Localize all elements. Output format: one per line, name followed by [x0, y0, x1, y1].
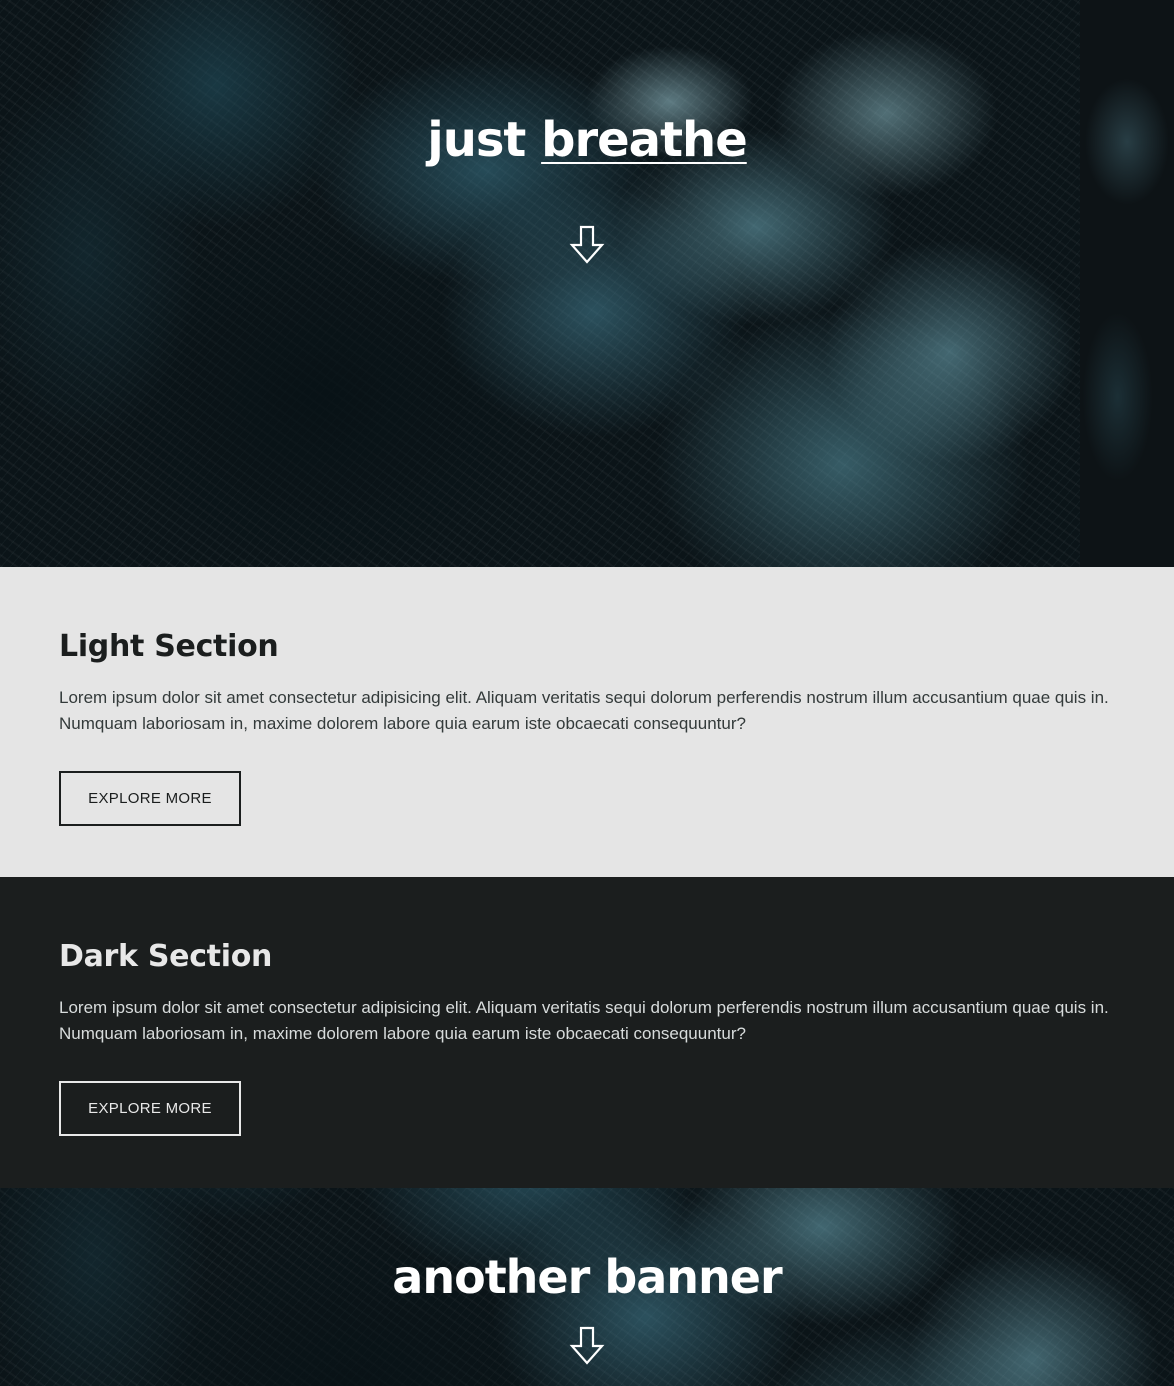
light-section: Light Section Lorem ipsum dolor sit amet… — [0, 567, 1174, 877]
hero-content: just breathe — [0, 0, 1174, 567]
light-section-body: Lorem ipsum dolor sit amet consectetur a… — [59, 688, 1109, 733]
dark-section-heading: Dark Section — [59, 939, 273, 974]
second-banner: another banner — [0, 1188, 1174, 1386]
down-arrow-icon[interactable] — [569, 225, 605, 265]
light-explore-more-button[interactable]: EXPLORE MORE — [59, 771, 241, 826]
second-banner-title: another banner — [392, 1250, 782, 1304]
dark-section: Dark Section Lorem ipsum dolor sit amet … — [0, 877, 1174, 1188]
hero-banner: just breathe — [0, 0, 1174, 567]
light-section-heading: Light Section — [59, 629, 279, 664]
down-arrow-icon[interactable] — [569, 1326, 605, 1366]
hero-title: just breathe — [0, 112, 1174, 168]
dark-section-body: Lorem ipsum dolor sit amet consectetur a… — [59, 998, 1109, 1043]
dark-explore-more-button[interactable]: EXPLORE MORE — [59, 1081, 241, 1136]
hero-title-link[interactable]: breathe — [541, 112, 748, 168]
hero-title-part1: just — [427, 112, 542, 168]
